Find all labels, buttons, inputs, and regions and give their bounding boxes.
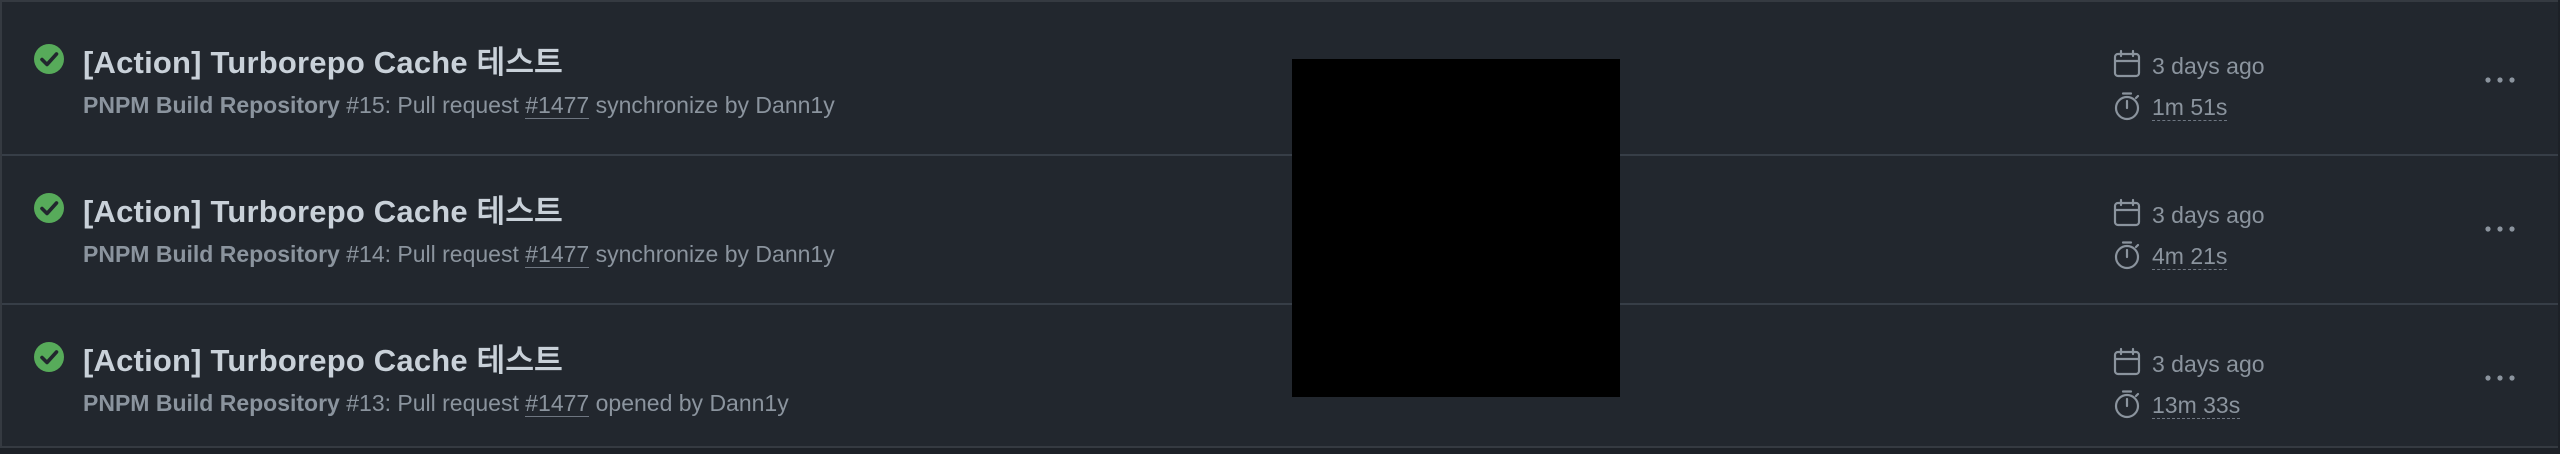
run-meta: PNPM Build Repository #15: Pull request …: [83, 92, 835, 119]
run-date: 3 days ago: [2152, 351, 2265, 377]
run-number: #15: [346, 92, 385, 118]
event-suffix: synchronize by Dann1y: [589, 241, 835, 267]
run-duration: 4m 21s: [2152, 243, 2228, 270]
check-circle-icon: [34, 342, 64, 372]
event-suffix: opened by Dann1y: [589, 390, 789, 416]
stopwatch-icon: [2114, 390, 2140, 419]
workflow-name: PNPM Build Repository: [83, 92, 340, 118]
pull-request-link[interactable]: #1477: [525, 92, 590, 119]
workflow-run-row[interactable]: [Action] Turborepo Cache 테스트 PNPM Build …: [2, 5, 2558, 154]
check-circle-icon: [34, 44, 64, 74]
stopwatch-icon: [2114, 241, 2140, 270]
pull-request-link[interactable]: #1477: [525, 241, 590, 268]
run-title-link[interactable]: [Action] Turborepo Cache 테스트: [83, 335, 563, 380]
run-duration: 13m 33s: [2152, 392, 2241, 419]
calendar-icon: [2113, 49, 2141, 78]
check-circle-icon: [34, 193, 64, 223]
run-title-link[interactable]: [Action] Turborepo Cache 테스트: [83, 186, 563, 231]
workflow-runs-list: [Action] Turborepo Cache 테스트 PNPM Build …: [0, 0, 2558, 448]
run-title-link[interactable]: [Action] Turborepo Cache 테스트: [83, 37, 563, 82]
event-prefix: : Pull request: [384, 390, 526, 416]
kebab-horizontal-icon[interactable]: [2480, 363, 2520, 393]
event-suffix: synchronize by Dann1y: [589, 92, 835, 118]
run-number: #13: [346, 390, 385, 416]
run-meta: PNPM Build Repository #13: Pull request …: [83, 390, 789, 417]
redaction-block: [1292, 59, 1620, 397]
kebab-horizontal-icon[interactable]: [2480, 65, 2520, 95]
run-date: 3 days ago: [2152, 202, 2265, 228]
workflow-name: PNPM Build Repository: [83, 390, 340, 416]
calendar-icon: [2113, 347, 2141, 376]
run-number: #14: [346, 241, 385, 267]
workflow-run-row[interactable]: [Action] Turborepo Cache 테스트 PNPM Build …: [2, 303, 2558, 452]
workflow-run-row[interactable]: [Action] Turborepo Cache 테스트 PNPM Build …: [2, 154, 2558, 303]
stopwatch-icon: [2114, 92, 2140, 121]
kebab-horizontal-icon[interactable]: [2480, 214, 2520, 244]
run-date: 3 days ago: [2152, 53, 2265, 79]
pull-request-link[interactable]: #1477: [525, 390, 590, 417]
workflow-name: PNPM Build Repository: [83, 241, 340, 267]
event-prefix: : Pull request: [384, 241, 526, 267]
calendar-icon: [2113, 198, 2141, 227]
run-meta: PNPM Build Repository #14: Pull request …: [83, 241, 835, 268]
run-duration: 1m 51s: [2152, 94, 2228, 121]
event-prefix: : Pull request: [384, 92, 526, 118]
